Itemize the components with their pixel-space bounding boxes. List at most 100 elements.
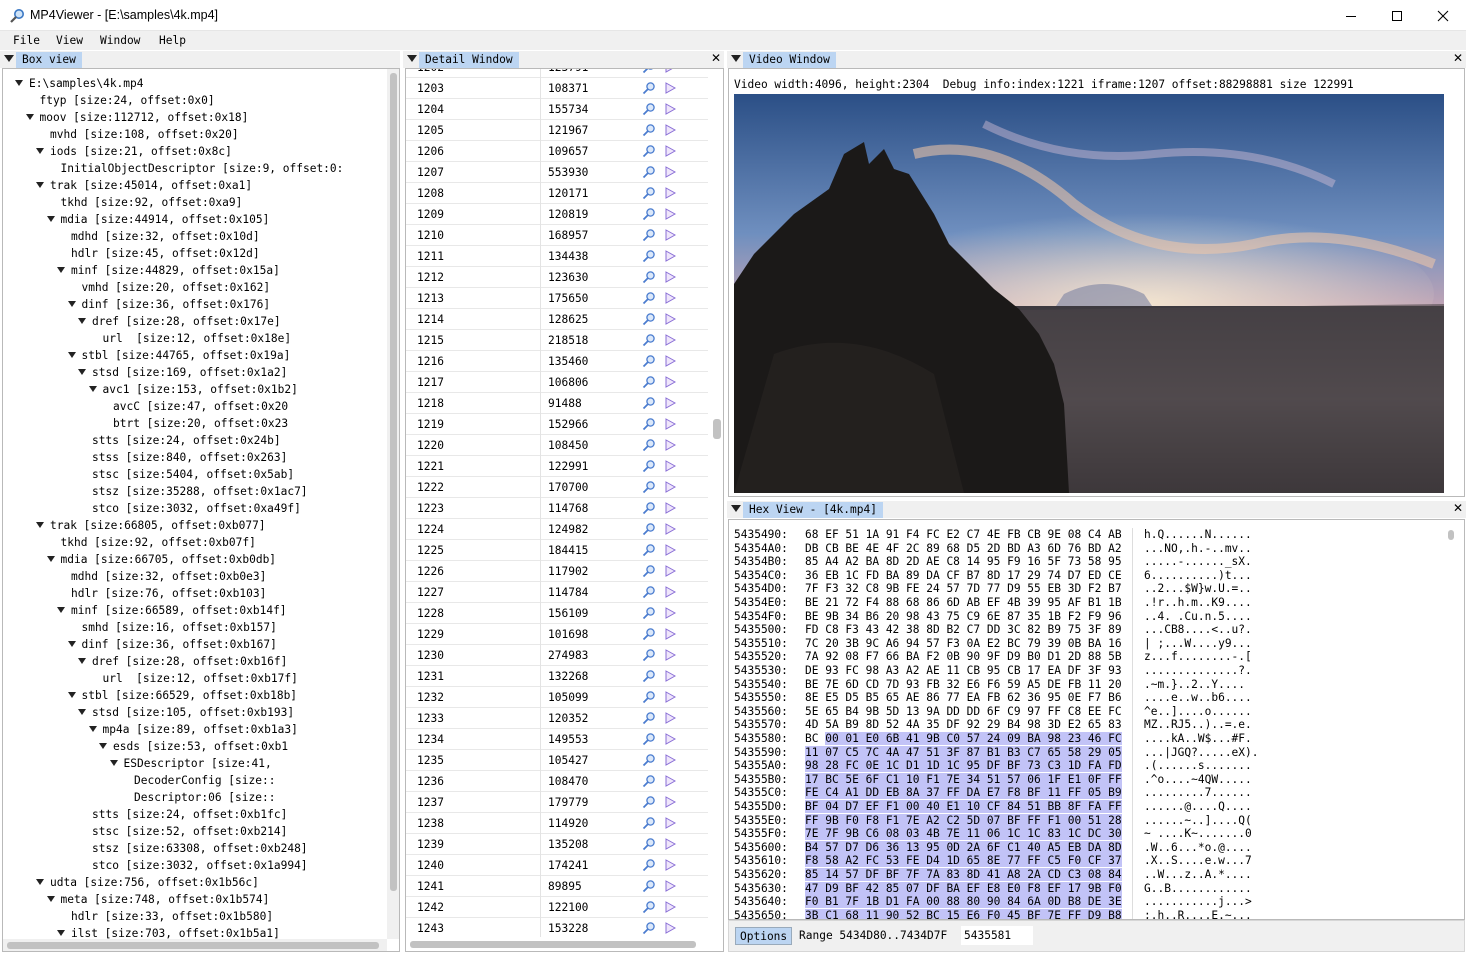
tree-node[interactable]: mdhd [size:32, offset:0x10d]: [57, 228, 260, 245]
menu-view[interactable]: View: [56, 34, 83, 47]
tree-node[interactable]: stsz [size:35288, offset:0x1ac7]: [78, 483, 308, 500]
play-icon[interactable]: [664, 166, 676, 178]
tree-node[interactable]: stco [size:3032, offset:0xa49f]: [78, 500, 301, 517]
menu-help[interactable]: Help: [159, 34, 186, 47]
scroll-thumb[interactable]: [1448, 530, 1454, 540]
tree-node[interactable]: meta [size:748, offset:0x1b574]: [46, 891, 269, 908]
inspect-icon[interactable]: [642, 228, 656, 242]
hex-row[interactable]: 54355E0: FF 9B F0 F8 F1 7E A2 C2 5D 07 BF…: [734, 813, 1122, 828]
detail-row[interactable]: 1221 122991: [406, 456, 708, 477]
tree-node[interactable]: trak [size:66805, offset:0xb077]: [36, 517, 266, 534]
play-icon[interactable]: [664, 397, 676, 409]
inspect-icon[interactable]: [642, 480, 656, 494]
hex-row[interactable]: 5435490: 68 EF 51 1A 91 F4 FC E2 C7 4E FB…: [734, 528, 1122, 542]
tree-node[interactable]: mdia [size:66705, offset:0xb0db]: [46, 551, 276, 568]
detail-row[interactable]: 1219 152966: [406, 414, 708, 435]
close-icon[interactable]: ✕: [1453, 51, 1463, 65]
hex-row[interactable]: 5435560: 5E 65 B4 9B 5D 13 9A DD DD 6F C9…: [734, 705, 1122, 719]
detail-row[interactable]: 1231 132268: [406, 666, 708, 687]
hex-row[interactable]: 54355A0: 98 28 FC 0E 1C D1 1D 1C 95 DF BF…: [734, 759, 1122, 773]
inspect-icon[interactable]: [642, 333, 656, 347]
play-icon[interactable]: [664, 103, 676, 115]
maximize-button[interactable]: [1374, 0, 1420, 31]
hex-row[interactable]: 5435520: 7A 92 08 F7 66 BA F2 0B 90 9F D9…: [734, 650, 1122, 664]
inspect-icon[interactable]: [642, 732, 656, 746]
detail-row[interactable]: 1210 168957: [406, 225, 708, 246]
detail-row[interactable]: 1243 153228: [406, 918, 708, 937]
hex-row[interactable]: 54355F0: 7E 7F 9B C6 08 03 4B 7E 11 06 1C…: [734, 827, 1122, 841]
detail-row[interactable]: 1212 123630: [406, 267, 708, 288]
box-view-tree[interactable]: E:\samples\4k.mp4 ftyp [size:24, offset:0…: [2, 68, 400, 952]
inspect-icon[interactable]: [642, 774, 656, 788]
expand-arrow-icon[interactable]: [109, 760, 118, 766]
inspect-icon[interactable]: [642, 858, 656, 872]
hex-row[interactable]: 5435610: F8 58 A2 FC 53 FE D4 1D 65 8E 77…: [734, 854, 1122, 868]
detail-row[interactable]: 1215 218518: [406, 330, 708, 351]
tree-node[interactable]: esds [size:53, offset:0xb1: [99, 738, 288, 755]
tree-node[interactable]: udta [size:756, offset:0x1b56c]: [36, 874, 259, 891]
inspect-icon[interactable]: [642, 795, 656, 809]
inspect-icon[interactable]: [642, 249, 656, 263]
expand-arrow-icon[interactable]: [25, 114, 34, 120]
detail-row[interactable]: 1209 120819: [406, 204, 708, 225]
detail-row[interactable]: 1235 105427: [406, 750, 708, 771]
hex-vscrollbar[interactable]: [1444, 520, 1459, 919]
expand-arrow-icon[interactable]: [46, 216, 55, 222]
scroll-thumb[interactable]: [390, 73, 397, 891]
detail-row[interactable]: 1240 174241: [406, 855, 708, 876]
hex-row[interactable]: 5435640: F0 B1 7F 1B D1 FA 00 88 80 90 84…: [734, 895, 1122, 909]
hex-view-tab[interactable]: Hex View - [4k.mp4]: [743, 502, 883, 518]
play-icon[interactable]: [664, 775, 676, 787]
tree-node[interactable]: InitialObjectDescriptor [size:9, offset:…: [47, 160, 344, 177]
tree-node[interactable]: mp4a [size:89, offset:0xb1a3]: [88, 721, 298, 738]
inspect-icon[interactable]: [642, 291, 656, 305]
play-icon[interactable]: [664, 355, 676, 367]
tree-node[interactable]: url [size:12, offset:0x18e]: [89, 330, 292, 347]
play-icon[interactable]: [664, 376, 676, 388]
position-input[interactable]: 5435581: [961, 926, 1033, 945]
inspect-icon[interactable]: [642, 69, 656, 74]
close-button[interactable]: [1420, 0, 1466, 31]
detail-row[interactable]: 1228 156109: [406, 603, 708, 624]
detail-row[interactable]: 1226 117902: [406, 561, 708, 582]
close-icon[interactable]: ✕: [711, 51, 721, 65]
play-icon[interactable]: [664, 565, 676, 577]
play-icon[interactable]: [664, 796, 676, 808]
detail-row[interactable]: 1206 109657: [406, 141, 708, 162]
hex-row[interactable]: 5435550: 8E E5 D5 B5 65 AE 86 77 EA FB 62…: [734, 691, 1122, 705]
expand-arrow-icon[interactable]: [99, 743, 107, 749]
tree-node[interactable]: avcC [size:47, offset:0x20: [99, 398, 288, 415]
inspect-icon[interactable]: [642, 753, 656, 767]
expand-arrow-icon[interactable]: [88, 386, 97, 392]
inspect-icon[interactable]: [642, 837, 656, 851]
inspect-icon[interactable]: [642, 207, 656, 221]
play-icon[interactable]: [664, 691, 676, 703]
play-icon[interactable]: [664, 649, 676, 661]
detail-row[interactable]: 1227 114784: [406, 582, 708, 603]
inspect-icon[interactable]: [642, 396, 656, 410]
tree-node[interactable]: ESDescriptor [size:41,: [109, 755, 279, 772]
tree-node[interactable]: mdia [size:44914, offset:0x105]: [46, 211, 269, 228]
detail-vscrollbar[interactable]: [710, 69, 723, 937]
play-icon[interactable]: [664, 460, 676, 472]
tree-node[interactable]: dref [size:28, offset:0x17e]: [78, 313, 281, 330]
play-icon[interactable]: [664, 544, 676, 556]
tree-node[interactable]: dinf [size:36, offset:0x176]: [67, 296, 270, 313]
tree-node[interactable]: Descriptor:06 [size::: [120, 789, 275, 806]
play-icon[interactable]: [664, 586, 676, 598]
expand-arrow-icon[interactable]: [57, 607, 65, 613]
detail-row[interactable]: 1236 108470: [406, 771, 708, 792]
detail-row[interactable]: 1241 89895: [406, 876, 708, 897]
detail-row[interactable]: 1229 101698: [406, 624, 708, 645]
play-icon[interactable]: [664, 271, 676, 283]
tree-node[interactable]: stbl [size:44765, offset:0x19a]: [67, 347, 290, 364]
play-icon[interactable]: [664, 817, 676, 829]
menu-file[interactable]: File: [13, 34, 40, 47]
play-icon[interactable]: [664, 901, 676, 913]
detail-window-tab[interactable]: Detail Window: [419, 52, 519, 68]
detail-row[interactable]: 1214 128625: [406, 309, 708, 330]
close-icon[interactable]: ✕: [1453, 501, 1463, 515]
inspect-icon[interactable]: [642, 102, 656, 116]
expand-arrow-icon[interactable]: [36, 182, 44, 188]
tree-node[interactable]: btrt [size:20, offset:0x23: [99, 415, 288, 432]
